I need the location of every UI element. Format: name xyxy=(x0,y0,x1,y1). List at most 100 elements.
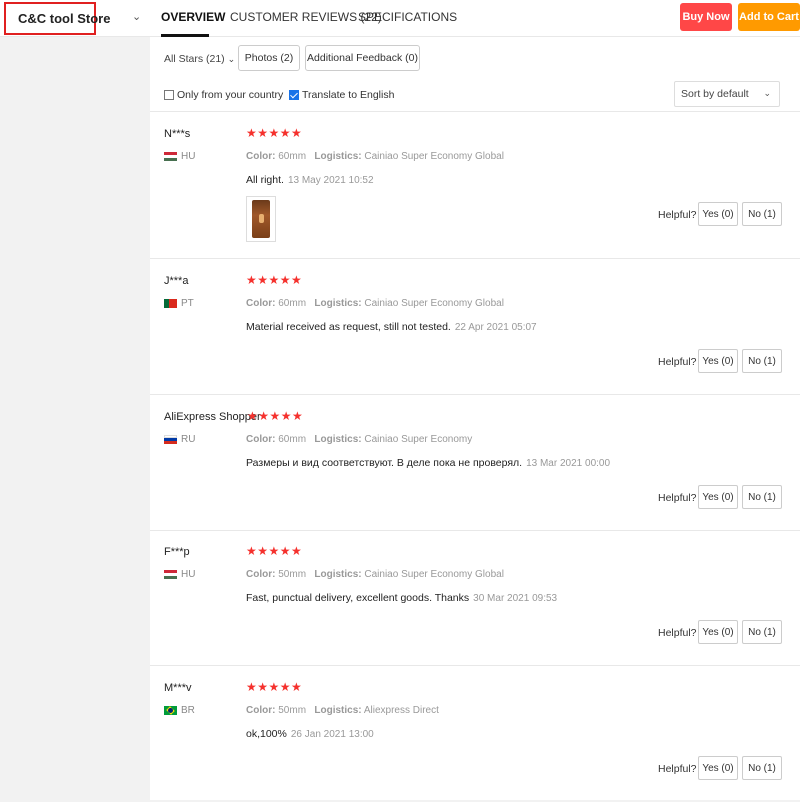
star-rating: ★★★★★ xyxy=(246,273,303,287)
reviewer-name: N***s xyxy=(164,128,191,140)
helpful-label: Helpful? xyxy=(658,627,697,639)
review-item: M***v BR ★★★★★ Color: 50mm Logistics: Al… xyxy=(150,667,800,802)
review-filters: All Stars (21) ⌄ Photos (2) Additional F… xyxy=(150,37,800,112)
logistics-label: Logistics: xyxy=(314,569,362,580)
reviewer-country: HU xyxy=(181,151,196,162)
review-text: Размеры и вид соответствуют. В деле пока… xyxy=(246,457,610,469)
review-item: N***s HU ★★★★★ Color: 60mm Logistics: Ca… xyxy=(150,113,800,259)
reviewer-country: PT xyxy=(181,298,194,309)
color-label: Color: xyxy=(246,151,276,162)
star-rating: ★★★★★ xyxy=(247,409,304,423)
tab-specifications[interactable]: SPECIFICATIONS xyxy=(358,10,457,24)
review-text: Fast, punctual delivery, excellent goods… xyxy=(246,592,557,604)
chevron-down-icon: ⌄ xyxy=(763,88,771,98)
color-value: 60mm xyxy=(278,298,307,309)
reviewer-country: RU xyxy=(181,434,196,445)
review-meta: Color: 50mm Logistics: Aliexpress Direct xyxy=(246,705,439,716)
reviewer-country: HU xyxy=(181,569,196,580)
color-label: Color: xyxy=(246,298,276,309)
helpful-no-button[interactable]: No (1) xyxy=(742,756,782,780)
helpful-label: Helpful? xyxy=(658,763,697,775)
store-name[interactable]: C&C tool Store xyxy=(18,11,110,26)
flag-pt-icon xyxy=(164,299,177,308)
add-to-cart-button[interactable]: Add to Cart xyxy=(738,3,800,31)
logistics-label: Logistics: xyxy=(314,151,362,162)
reviewer-country: BR xyxy=(181,705,195,716)
store-selector[interactable]: C&C tool Store ⌄ xyxy=(4,2,150,35)
additional-feedback-button[interactable]: Additional Feedback (0) xyxy=(305,45,420,71)
helpful-label: Helpful? xyxy=(658,492,697,504)
review-body: Material received as request, still not … xyxy=(246,321,451,333)
reviewer-name: F***p xyxy=(164,546,190,558)
review-text: Material received as request, still not … xyxy=(246,321,537,333)
review-item: J***a PT ★★★★★ Color: 60mm Logistics: Ca… xyxy=(150,260,800,395)
only-your-country-label: Only from your country xyxy=(177,89,284,101)
logistics-label: Logistics: xyxy=(314,705,362,716)
review-date: 13 May 2021 10:52 xyxy=(287,175,374,186)
checkbox-checked[interactable] xyxy=(289,90,299,100)
helpful-no-button[interactable]: No (1) xyxy=(742,485,782,509)
logistics-value: Cainiao Super Economy Global xyxy=(364,151,504,162)
color-value: 50mm xyxy=(278,705,307,716)
all-stars-label: All Stars (21) xyxy=(164,53,225,65)
review-date: 13 Mar 2021 00:00 xyxy=(526,458,611,469)
chevron-down-icon[interactable]: ⌄ xyxy=(132,10,141,23)
helpful-no-button[interactable]: No (1) xyxy=(742,202,782,226)
review-meta: Color: 60mm Logistics: Cainiao Super Eco… xyxy=(246,151,504,162)
review-meta: Color: 50mm Logistics: Cainiao Super Eco… xyxy=(246,569,504,580)
logistics-label: Logistics: xyxy=(314,298,362,309)
top-bar: C&C tool Store ⌄ OVERVIEW CUSTOMER REVIE… xyxy=(0,0,800,37)
tab-overview[interactable]: OVERVIEW xyxy=(161,10,225,24)
helpful-yes-button[interactable]: Yes (0) xyxy=(698,485,738,509)
flag-ru-icon xyxy=(164,435,177,444)
color-label: Color: xyxy=(246,705,276,716)
sort-dropdown[interactable]: Sort by default ⌄ xyxy=(674,81,780,107)
review-date: 30 Mar 2021 09:53 xyxy=(473,593,558,604)
buy-now-button[interactable]: Buy Now xyxy=(680,3,732,31)
review-body: ok,100% xyxy=(246,728,287,740)
star-rating: ★★★★★ xyxy=(246,126,303,140)
review-meta: Color: 60mm Logistics: Cainiao Super Eco… xyxy=(246,434,472,445)
logistics-value: Aliexpress Direct xyxy=(363,705,439,716)
logistics-value: Cainiao Super Economy xyxy=(364,434,473,445)
helpful-yes-button[interactable]: Yes (0) xyxy=(698,620,738,644)
review-date: 26 Jan 2021 13:00 xyxy=(290,729,374,740)
helpful-label: Helpful? xyxy=(658,356,697,368)
star-rating: ★★★★★ xyxy=(246,544,303,558)
logistics-value: Cainiao Super Economy Global xyxy=(364,298,504,309)
review-item: AliExpress Shopper RU ★★★★★ Color: 60mm … xyxy=(150,396,800,531)
review-body: Размеры и вид соответствуют. В деле пока… xyxy=(246,457,523,469)
review-date: 22 Apr 2021 05:07 xyxy=(454,322,537,333)
color-value: 60mm xyxy=(278,151,307,162)
helpful-no-button[interactable]: No (1) xyxy=(742,620,782,644)
reviewer-name: M***v xyxy=(164,682,192,694)
logistics-value: Cainiao Super Economy Global xyxy=(364,569,504,580)
sort-label: Sort by default xyxy=(681,88,749,100)
star-rating: ★★★★★ xyxy=(246,680,303,694)
reviewer-name: J***a xyxy=(164,275,189,287)
review-photo-thumbnail[interactable] xyxy=(246,196,276,242)
translate-label: Translate to English xyxy=(302,89,395,101)
helpful-no-button[interactable]: No (1) xyxy=(742,349,782,373)
chevron-down-icon: ⌄ xyxy=(227,54,236,64)
reviews-panel: All Stars (21) ⌄ Photos (2) Additional F… xyxy=(150,37,800,800)
review-body: All right. xyxy=(246,174,284,186)
color-value: 60mm xyxy=(278,434,307,445)
flag-hu-icon xyxy=(164,570,177,579)
photos-filter-button[interactable]: Photos (2) xyxy=(238,45,300,71)
color-label: Color: xyxy=(246,434,276,445)
review-body: Fast, punctual delivery, excellent goods… xyxy=(246,592,470,604)
color-label: Color: xyxy=(246,569,276,580)
translate-checkbox[interactable]: Translate to English xyxy=(289,89,394,101)
helpful-label: Helpful? xyxy=(658,209,697,221)
all-stars-filter[interactable]: All Stars (21) ⌄ xyxy=(164,53,235,65)
helpful-yes-button[interactable]: Yes (0) xyxy=(698,349,738,373)
review-text: ok,100% 26 Jan 2021 13:00 xyxy=(246,728,374,740)
checkbox-unchecked[interactable] xyxy=(164,90,174,100)
review-text: All right. 13 May 2021 10:52 xyxy=(246,174,374,186)
helpful-yes-button[interactable]: Yes (0) xyxy=(698,202,738,226)
helpful-yes-button[interactable]: Yes (0) xyxy=(698,756,738,780)
only-your-country-checkbox[interactable]: Only from your country xyxy=(164,89,283,101)
review-item: F***p HU ★★★★★ Color: 50mm Logistics: Ca… xyxy=(150,531,800,666)
color-value: 50mm xyxy=(278,569,307,580)
